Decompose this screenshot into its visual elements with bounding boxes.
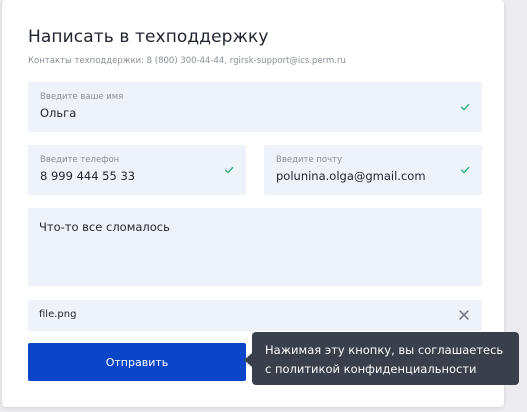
attachment-item: file.png [28,300,482,331]
name-field[interactable]: Введите ваше имя Ольга [28,82,482,132]
tooltip-line-1: Нажимая эту кнопку, вы соглашаетесь [265,343,504,357]
message-text[interactable]: Что-то все сломалось [39,220,170,234]
email-field-value[interactable]: polunina.olga@gmail.com [276,169,426,183]
tooltip-line-2: с политикой конфиденциальности [265,362,477,376]
check-icon [460,166,470,174]
form-title: Написать в техподдержку [28,27,269,47]
check-icon [460,103,470,111]
privacy-tooltip: Нажимая эту кнопку, вы соглашаетесь с по… [244,332,519,385]
name-field-value[interactable]: Ольга [40,106,76,120]
message-textarea[interactable]: Что-то все сломалось [28,208,482,286]
check-icon [224,166,234,174]
phone-field-label: Введите телефон [40,155,120,165]
support-contacts: Контакты техподдержки: 8 (800) 300-44-44… [28,56,346,66]
close-icon[interactable] [458,309,470,321]
email-field[interactable]: Введите почту polunina.olga@gmail.com [264,145,482,195]
submit-button[interactable]: Отправить [28,343,246,381]
phone-field-value[interactable]: 8 999 444 55 33 [40,169,135,183]
attachment-filename: file.png [39,309,77,320]
email-field-label: Введите почту [276,155,343,165]
tooltip-arrow [244,353,252,367]
name-field-label: Введите ваше имя [40,92,124,102]
phone-field[interactable]: Введите телефон 8 999 444 55 33 [28,145,246,195]
